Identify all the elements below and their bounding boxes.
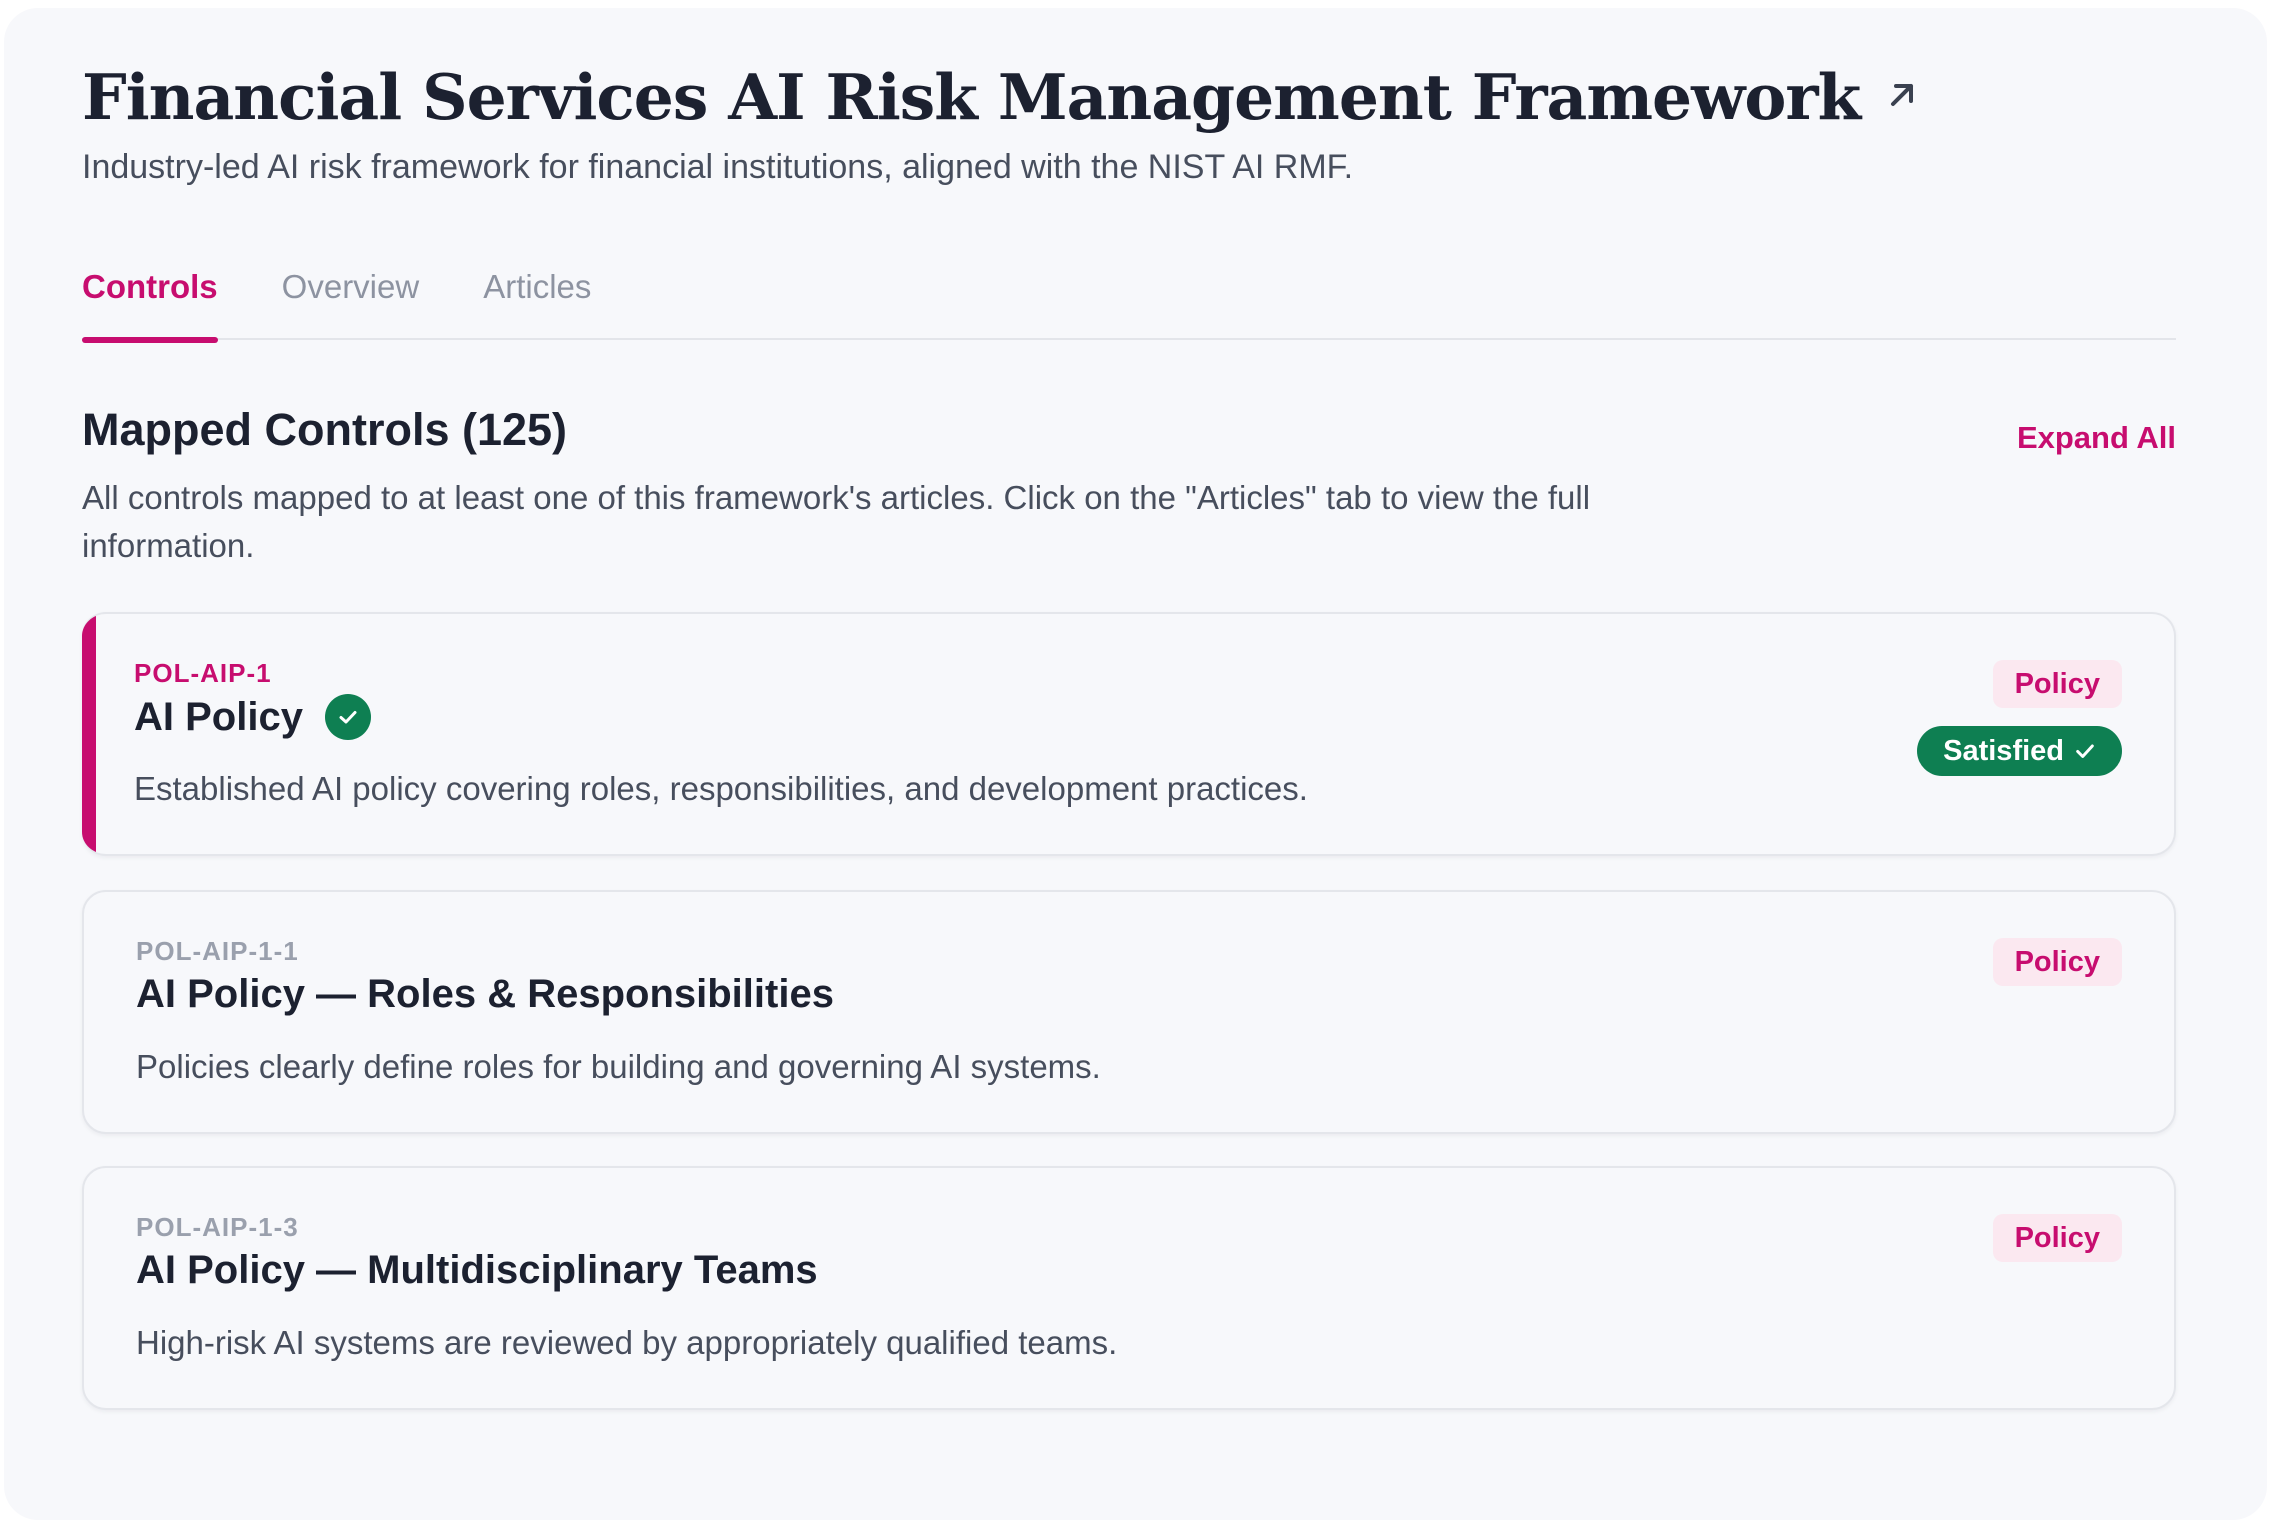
check-circle-icon xyxy=(324,694,371,740)
control-name: AI Policy — Roles & Responsibilities xyxy=(136,972,834,1016)
tab-bar: Controls Overview Articles xyxy=(82,264,2176,343)
tab-articles[interactable]: Articles xyxy=(483,264,591,340)
control-id: POL-AIP-1-1 xyxy=(136,936,299,966)
page-header: Financial Services AI Risk Management Fr… xyxy=(82,60,2182,187)
control-name-row: AI Policy — Multidisciplinary Teams xyxy=(136,1248,818,1293)
control-card[interactable]: POL-AIP-1 AI Policy Established AI polic… xyxy=(82,612,2176,856)
control-name-row: AI Policy xyxy=(134,694,371,740)
category-tag: Policy xyxy=(1992,660,2122,708)
control-name-row: AI Policy — Roles & Responsibilities xyxy=(136,972,834,1017)
page-subtitle: Industry-led AI risk framework for finan… xyxy=(82,147,1354,186)
check-icon xyxy=(2076,744,2094,758)
control-name: AI Policy — Multidisciplinary Teams xyxy=(136,1248,818,1292)
category-tag: Policy xyxy=(1992,1214,2122,1262)
control-description: Established AI policy covering roles, re… xyxy=(134,770,1308,807)
control-id: POL-AIP-1 xyxy=(134,658,272,688)
page-title: Financial Services AI Risk Management Fr… xyxy=(82,60,1861,134)
status-badge: Satisfied xyxy=(1917,726,2122,776)
section-title: Mapped Controls (125) xyxy=(82,404,568,455)
expand-all-button[interactable]: Expand All xyxy=(2017,420,2176,456)
external-link-icon[interactable] xyxy=(1884,77,1920,113)
tab-overview[interactable]: Overview xyxy=(282,264,420,340)
category-tag: Policy xyxy=(1992,938,2122,986)
control-id: POL-AIP-1-3 xyxy=(136,1212,299,1242)
control-card[interactable]: POL-AIP-1-1 AI Policy — Roles & Responsi… xyxy=(82,890,2176,1134)
title-row: Financial Services AI Risk Management Fr… xyxy=(82,60,2182,136)
control-description: High-risk AI systems are reviewed by app… xyxy=(136,1324,1118,1361)
status-label: Satisfied xyxy=(1943,735,2064,767)
control-card[interactable]: POL-AIP-1-3 AI Policy — Multidisciplinar… xyxy=(82,1166,2176,1410)
section-description: All controls mapped to at least one of t… xyxy=(82,479,1591,564)
control-name: AI Policy xyxy=(134,694,303,739)
framework-panel: Financial Services AI Risk Management Fr… xyxy=(4,8,2267,1520)
tab-controls[interactable]: Controls xyxy=(82,264,218,343)
control-description: Policies clearly define roles for buildi… xyxy=(136,1048,1101,1085)
